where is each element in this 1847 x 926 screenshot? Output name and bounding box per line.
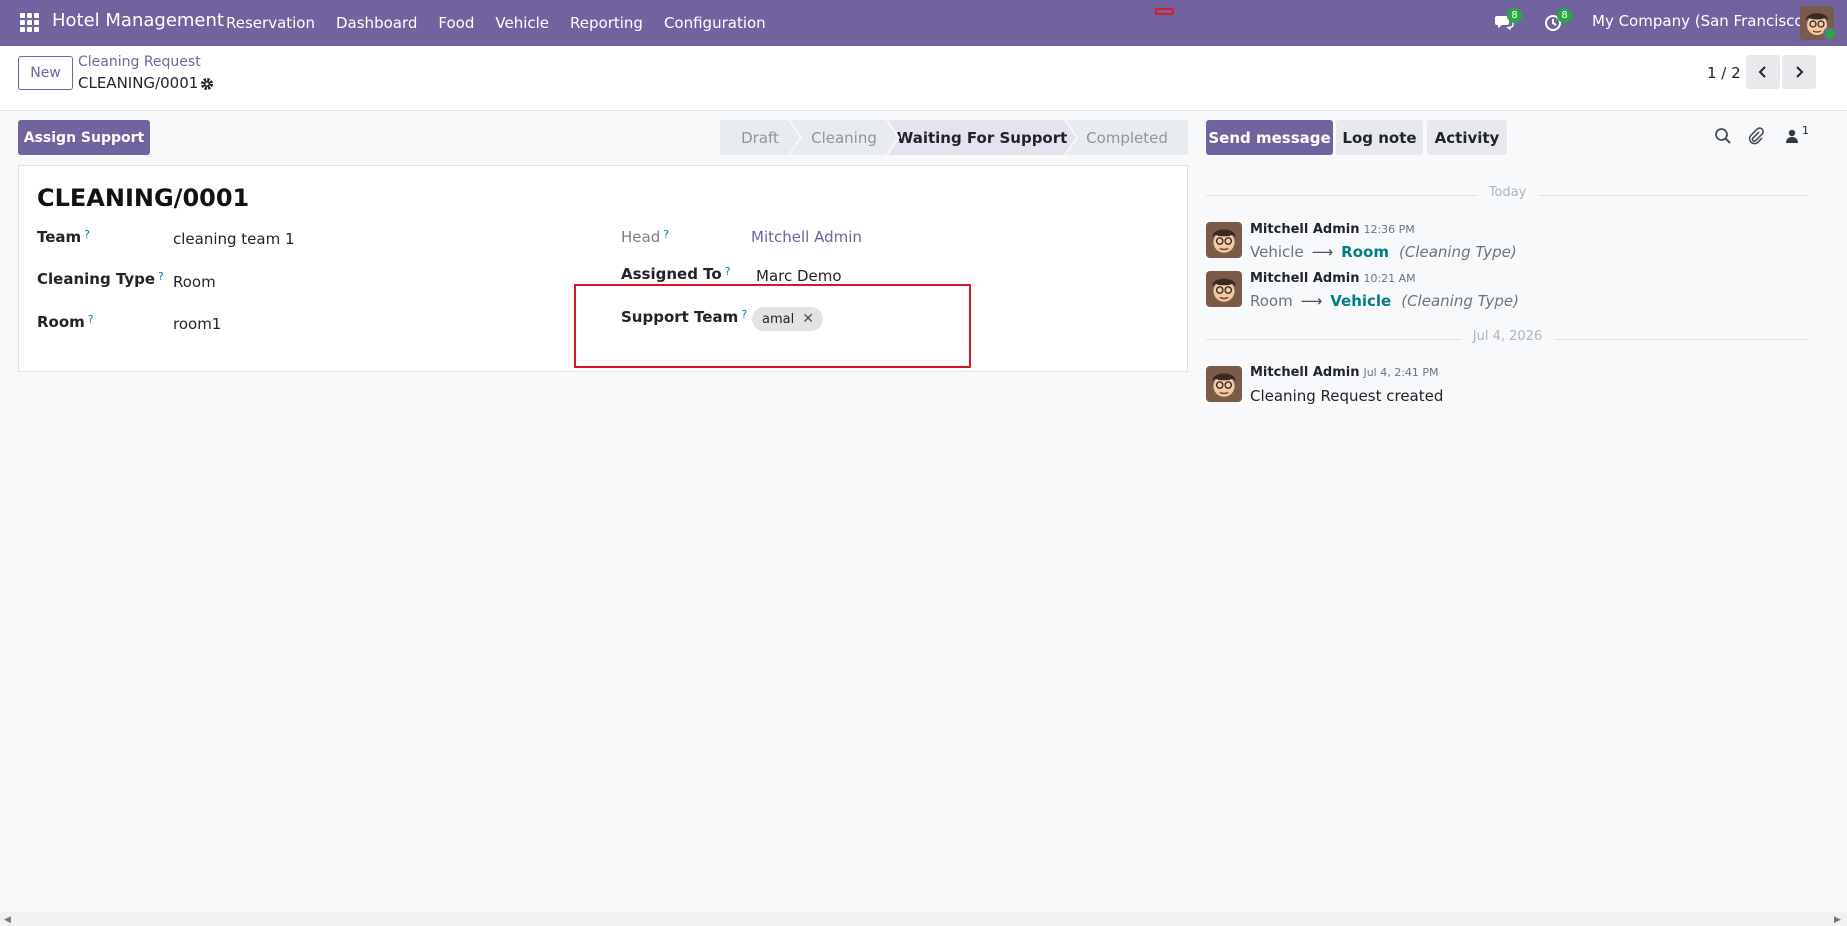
message-author-avatar[interactable] — [1206, 271, 1242, 307]
date-separator: Today — [1206, 185, 1809, 205]
breadcrumb-parent[interactable]: Cleaning Request — [78, 54, 201, 70]
message-time: 12:36 PM — [1363, 223, 1415, 236]
app-brand[interactable]: Hotel Management — [52, 10, 224, 31]
pager-value[interactable]: 1 / 2 — [1707, 64, 1741, 82]
stage-statusbar: Draft Cleaning Waiting For Support Compl… — [720, 120, 1188, 155]
tracking-field-name: (Cleaning Type) — [1398, 243, 1517, 261]
activity-clock-icon[interactable]: 8 — [1544, 8, 1572, 36]
chevron-right-icon — [1796, 66, 1804, 78]
date-separator: Jul 4, 2026 — [1206, 329, 1809, 349]
search-icon[interactable] — [1714, 127, 1734, 147]
menu-dashboard[interactable]: Dashboard — [336, 14, 417, 32]
room-label: Room? — [37, 313, 94, 331]
highlight-marker — [1155, 8, 1174, 15]
top-navbar: Hotel Management Reservation Dashboard F… — [0, 0, 1847, 46]
new-button[interactable]: New — [18, 56, 73, 90]
message-author-avatar[interactable] — [1206, 366, 1242, 402]
scroll-left-arrow-icon[interactable]: ◀ — [4, 915, 11, 925]
paperclip-icon[interactable] — [1747, 127, 1767, 147]
send-message-button[interactable]: Send message — [1206, 120, 1333, 155]
stage-cleaning[interactable]: Cleaning — [790, 120, 898, 155]
horizontal-scrollbar[interactable]: ◀ ▶ — [0, 912, 1847, 926]
chevron-left-icon — [1758, 66, 1766, 78]
head-label-text: Head — [621, 228, 661, 246]
room-label-text: Room — [37, 313, 85, 331]
menu-food[interactable]: Food — [438, 14, 474, 32]
head-value[interactable]: Mitchell Admin — [751, 228, 862, 246]
menu-configuration[interactable]: Configuration — [664, 14, 766, 32]
activities-badge: 8 — [1557, 8, 1572, 23]
cleaning-type-value[interactable]: Room — [173, 273, 216, 291]
message-time: 10:21 AM — [1363, 272, 1416, 285]
help-tooltip-icon[interactable]: ? — [84, 228, 90, 241]
control-panel: New Cleaning Request CLEANING/0001 1 / 2 — [0, 46, 1847, 111]
assign-support-button[interactable]: Assign Support — [18, 120, 150, 155]
menu-reporting[interactable]: Reporting — [570, 14, 643, 32]
tracking-old-value: Vehicle — [1250, 243, 1304, 261]
date-separator-label: Jul 4, 2026 — [1460, 329, 1555, 344]
tracking-new-value: Vehicle — [1330, 292, 1392, 310]
pager-previous-button[interactable] — [1746, 55, 1780, 89]
tracking-field-name: (Cleaning Type) — [1401, 292, 1519, 310]
help-tooltip-icon[interactable]: ? — [158, 270, 164, 283]
message-author-name[interactable]: Mitchell Admin — [1250, 271, 1359, 286]
message-author[interactable]: Mitchell Admin 12:36 PM — [1250, 222, 1415, 237]
log-note-button[interactable]: Log note — [1336, 120, 1423, 155]
scroll-right-arrow-icon[interactable]: ▶ — [1834, 915, 1841, 925]
message-tracking-value: Room ⟶ Vehicle (Cleaning Type) — [1250, 292, 1519, 310]
tracking-new-value: Room — [1341, 243, 1389, 261]
online-status-dot — [1823, 27, 1837, 41]
room-value[interactable]: room1 — [173, 315, 221, 333]
message-author[interactable]: Mitchell Admin Jul 4, 2:41 PM — [1250, 365, 1439, 380]
record-title: CLEANING/0001 — [37, 184, 250, 212]
menu-vehicle[interactable]: Vehicle — [495, 14, 549, 32]
stage-waiting-for-support[interactable]: Waiting For Support — [888, 120, 1076, 155]
followers-count: 1 — [1802, 124, 1809, 137]
help-tooltip-icon[interactable]: ? — [725, 265, 731, 278]
message-author-name[interactable]: Mitchell Admin — [1250, 222, 1359, 237]
message-author-avatar[interactable] — [1206, 222, 1242, 258]
assigned-to-label: Assigned To? — [621, 265, 731, 283]
message-text: Cleaning Request created — [1250, 387, 1444, 405]
help-tooltip-icon[interactable]: ? — [663, 228, 669, 241]
pager-next-button[interactable] — [1782, 55, 1816, 89]
team-label-text: Team — [37, 228, 82, 246]
long-arrow-right-icon: ⟶ — [1300, 292, 1323, 310]
cleaning-type-label: Cleaning Type? — [37, 270, 164, 288]
company-switcher[interactable]: My Company (San Francisco) — [1592, 12, 1809, 30]
date-separator-label: Today — [1476, 185, 1539, 200]
message-tracking-value: Vehicle ⟶ Room (Cleaning Type) — [1250, 243, 1517, 261]
assigned-to-label-text: Assigned To — [621, 265, 722, 283]
message-time: Jul 4, 2:41 PM — [1363, 366, 1439, 379]
gear-icon[interactable] — [200, 76, 214, 91]
support-team-highlight — [574, 284, 971, 368]
messages-icon[interactable]: 8 — [1494, 8, 1522, 36]
team-label: Team? — [37, 228, 90, 246]
head-label: Head? — [621, 228, 669, 246]
stage-draft[interactable]: Draft — [720, 120, 800, 155]
assigned-to-value[interactable]: Marc Demo — [756, 267, 842, 285]
main-menu: Reservation Dashboard Food Vehicle Repor… — [226, 0, 787, 46]
help-tooltip-icon[interactable]: ? — [88, 313, 94, 326]
activity-button[interactable]: Activity — [1427, 120, 1507, 155]
breadcrumb-current: CLEANING/0001 — [78, 74, 199, 92]
cleaning-type-label-text: Cleaning Type — [37, 270, 156, 288]
menu-reservation[interactable]: Reservation — [226, 14, 315, 32]
stage-completed[interactable]: Completed — [1066, 120, 1188, 155]
message-author-name[interactable]: Mitchell Admin — [1250, 365, 1359, 380]
team-value[interactable]: cleaning team 1 — [173, 230, 295, 248]
message-author[interactable]: Mitchell Admin 10:21 AM — [1250, 271, 1416, 286]
messages-badge: 8 — [1507, 8, 1522, 23]
tracking-old-value: Room — [1250, 292, 1293, 310]
long-arrow-right-icon: ⟶ — [1311, 243, 1334, 261]
app-menu-grid-icon[interactable] — [18, 11, 42, 35]
